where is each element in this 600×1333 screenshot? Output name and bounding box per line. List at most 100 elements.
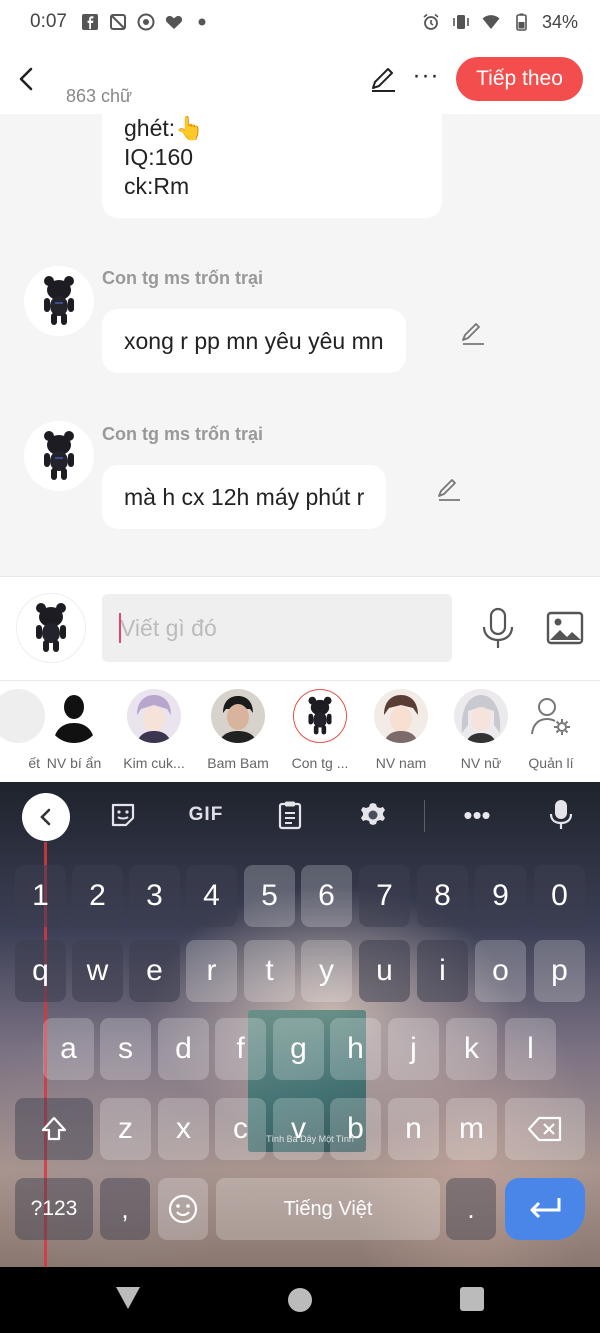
soft-keyboard: GIF ••• Tình Bá Dây Một Tình 1 2 3 4 5 6… [0, 782, 600, 1267]
anime-boy-avatar [137, 695, 171, 743]
enter-arrow-icon [530, 1198, 561, 1219]
message-bubble[interactable]: mà h cx 12h máy phút r [102, 465, 387, 529]
key-c[interactable]: c [215, 1098, 266, 1160]
character-item[interactable]: Bam Bam [198, 689, 278, 771]
key-9[interactable]: 9 [475, 865, 526, 927]
backspace-icon [527, 1116, 562, 1142]
gif-button[interactable]: GIF [186, 800, 226, 830]
character-label: Kim cuk... [123, 755, 185, 771]
microphone-icon[interactable] [480, 607, 516, 651]
shift-key[interactable] [15, 1098, 93, 1160]
voice-input-button[interactable] [548, 800, 574, 830]
key-w[interactable]: w [72, 940, 123, 1002]
message-line: IQ:160 [124, 144, 194, 170]
bear-figure-icon [44, 431, 74, 480]
key-o[interactable]: o [475, 940, 526, 1002]
key-y[interactable]: y [301, 940, 352, 1002]
wifi-icon [482, 15, 500, 29]
message-bubble[interactable]: ghét:👆 IQ:160 ck:Rm [102, 114, 442, 218]
character-item[interactable]: NV nữ [441, 689, 521, 771]
key-v[interactable]: v [273, 1098, 324, 1160]
symbols-key[interactable]: ?123 [15, 1178, 93, 1240]
key-4[interactable]: 4 [186, 865, 237, 927]
chat-area[interactable]: ghét:👆 IQ:160 ck:Rm Con tg ms trốn trại … [0, 114, 600, 576]
key-m[interactable]: m [446, 1098, 497, 1160]
sender-avatar[interactable] [24, 266, 94, 336]
settings-button[interactable] [358, 800, 388, 830]
back-arrow-icon[interactable] [14, 64, 38, 94]
key-1[interactable]: 1 [15, 865, 66, 927]
character-label: NV nam [375, 755, 427, 771]
key-u[interactable]: u [359, 940, 410, 1002]
key-b[interactable]: b [330, 1098, 381, 1160]
gear-icon [361, 803, 385, 825]
key-0[interactable]: 0 [534, 865, 585, 927]
key-x[interactable]: x [158, 1098, 209, 1160]
key-q[interactable]: q [15, 940, 66, 1002]
character-item[interactable]: NV bí ẩn [34, 689, 114, 771]
character-avatar [374, 689, 428, 743]
more-options-icon[interactable]: ··· [412, 62, 440, 92]
period-key[interactable]: . [446, 1178, 496, 1240]
enter-key[interactable] [505, 1178, 585, 1240]
key-j[interactable]: j [388, 1018, 439, 1080]
key-p[interactable]: p [534, 940, 585, 1002]
message-bubble[interactable]: xong r pp mn yêu yêu mn [102, 309, 406, 373]
character-item[interactable]: NV nam [361, 689, 441, 771]
bear-figure-icon [36, 603, 66, 652]
nav-home-icon[interactable] [288, 1288, 312, 1312]
sender-name: Con tg ms trốn trại [102, 268, 263, 288]
edit-message-icon[interactable] [459, 319, 487, 347]
key-8[interactable]: 8 [417, 865, 468, 927]
nav-recents-icon[interactable] [460, 1287, 484, 1311]
key-2[interactable]: 2 [72, 865, 123, 927]
manage-characters-button[interactable]: Quản lí [511, 689, 591, 771]
key-l[interactable]: l [505, 1018, 556, 1080]
pencil-icon[interactable] [368, 64, 398, 94]
status-bar: 0:07 34% [0, 0, 600, 44]
key-n[interactable]: n [388, 1098, 439, 1160]
facebook-icon [81, 14, 98, 30]
key-e[interactable]: e [129, 940, 180, 1002]
keyboard-toolbar: GIF ••• [0, 782, 600, 848]
nav-back-icon[interactable] [116, 1287, 140, 1309]
image-icon[interactable] [546, 610, 584, 646]
key-r[interactable]: r [186, 940, 237, 1002]
backspace-key[interactable] [505, 1098, 585, 1160]
character-label: Con tg ... [291, 755, 349, 771]
next-button[interactable]: Tiếp theo [456, 57, 583, 101]
key-z[interactable]: z [100, 1098, 151, 1160]
key-d[interactable]: d [158, 1018, 209, 1080]
space-key[interactable]: Tiếng Việt [216, 1178, 440, 1240]
key-7[interactable]: 7 [359, 865, 410, 927]
key-5[interactable]: 5 [244, 865, 295, 927]
character-item[interactable]: Con tg ... [280, 689, 360, 771]
character-avatar [293, 689, 347, 743]
more-toolbar-icon[interactable]: ••• [462, 800, 492, 830]
emoji-key[interactable] [158, 1178, 208, 1240]
keyboard-back-button[interactable] [22, 793, 70, 841]
key-a[interactable]: a [43, 1018, 94, 1080]
current-character-avatar[interactable] [16, 593, 86, 663]
key-6[interactable]: 6 [301, 865, 352, 927]
key-g[interactable]: g [273, 1018, 324, 1080]
sender-avatar[interactable] [24, 421, 94, 491]
key-3[interactable]: 3 [129, 865, 180, 927]
bear-figure-icon [308, 696, 332, 735]
sticker-button[interactable] [108, 800, 138, 830]
key-i[interactable]: i [417, 940, 468, 1002]
text-caret [119, 613, 121, 643]
character-strip: ết NV bí ẩn Kim cuk... Bam Bam Con tg ..… [0, 680, 600, 782]
character-item[interactable]: Kim cuk... [114, 689, 194, 771]
character-avatar [47, 689, 101, 743]
key-h[interactable]: h [330, 1018, 381, 1080]
edit-message-icon[interactable] [435, 475, 463, 503]
message-input[interactable] [102, 594, 452, 662]
clipboard-button[interactable] [276, 800, 304, 830]
comma-key[interactable]: , [100, 1178, 150, 1240]
key-s[interactable]: s [100, 1018, 151, 1080]
key-k[interactable]: k [446, 1018, 497, 1080]
key-t[interactable]: t [244, 940, 295, 1002]
system-nav-bar [0, 1267, 600, 1333]
key-f[interactable]: f [215, 1018, 266, 1080]
